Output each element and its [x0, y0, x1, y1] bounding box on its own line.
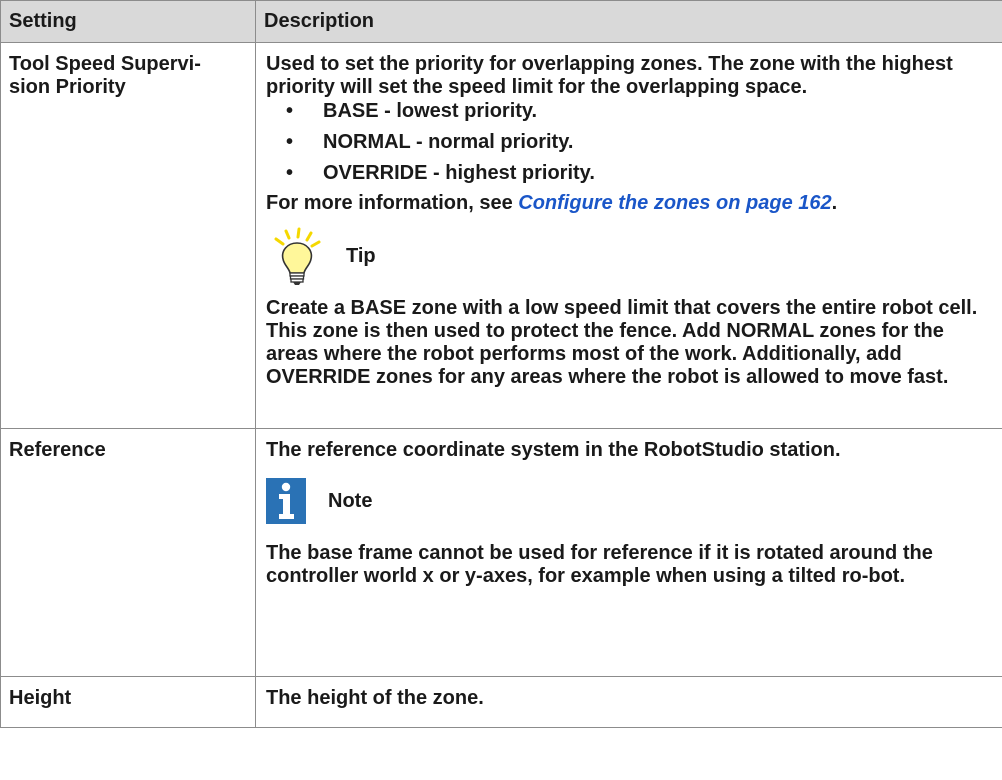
bullet-term: OVERRIDE [323, 162, 428, 184]
description-cell: The reference coordinate system in the R… [255, 428, 1002, 677]
description-cell: The height of the zone. [255, 676, 1002, 728]
note-text: The base frame cannot be used for refere… [266, 542, 933, 587]
note-label: Note [328, 489, 373, 512]
list-item: • OVERRIDE - highest priority. [286, 162, 595, 184]
bullet-text: - normal priority. [410, 131, 574, 153]
table-row-tool-speed: Tool Speed Supervi- sion Priority Used t… [0, 42, 1002, 429]
priority-list: • BASE - lowest priority. • NORMAL - norma… [266, 99, 996, 186]
setting-name: Tool Speed Supervi- sion Priority [0, 42, 256, 429]
header-description: Description [255, 0, 1002, 43]
header-setting: Setting [0, 0, 256, 43]
description-paragraph: The reference coordinate system in the R… [266, 439, 841, 461]
tip-text: Create a BASE zone with a low speed limi… [266, 297, 978, 388]
bullet-term: NORMAL [323, 131, 411, 153]
bullet-text: - lowest priority. [378, 100, 538, 122]
description-cell: Used to set the priority for overlapping… [255, 42, 1002, 429]
more-info-suffix: . [831, 192, 838, 214]
settings-table: Setting Description Tool Speed Supervi- … [0, 0, 1002, 728]
table-row-height: Height The height of the zone. [0, 676, 1002, 728]
setting-label: Reference [9, 439, 106, 461]
note-callout: Note [266, 472, 996, 530]
bullet-text: - highest priority. [427, 162, 595, 184]
setting-label: Height [9, 687, 72, 709]
setting-label: Tool Speed Supervi- sion Priority [9, 53, 201, 98]
list-item: • BASE - lowest priority. [286, 100, 538, 122]
description-paragraph: Used to set the priority for overlapping… [266, 53, 953, 98]
bullet-term: BASE [323, 100, 379, 122]
table-row-reference: Reference The reference coordinate syste… [0, 428, 1002, 677]
configure-zones-link[interactable]: Configure the zones on page 162 [518, 192, 831, 214]
info-icon [266, 478, 306, 524]
list-item: • NORMAL - normal priority. [286, 131, 574, 153]
setting-name: Reference [0, 428, 256, 677]
tip-callout: Tip [266, 221, 996, 291]
setting-name: Height [0, 676, 256, 728]
more-info-prefix: For more information, see [266, 192, 519, 214]
more-info-line: For more information, see Configure the … [266, 192, 996, 215]
table-header-row: Setting Description [0, 0, 1002, 43]
description-paragraph: The height of the zone. [266, 687, 484, 709]
tip-label: Tip [346, 244, 376, 267]
lightbulb-icon [274, 227, 321, 285]
